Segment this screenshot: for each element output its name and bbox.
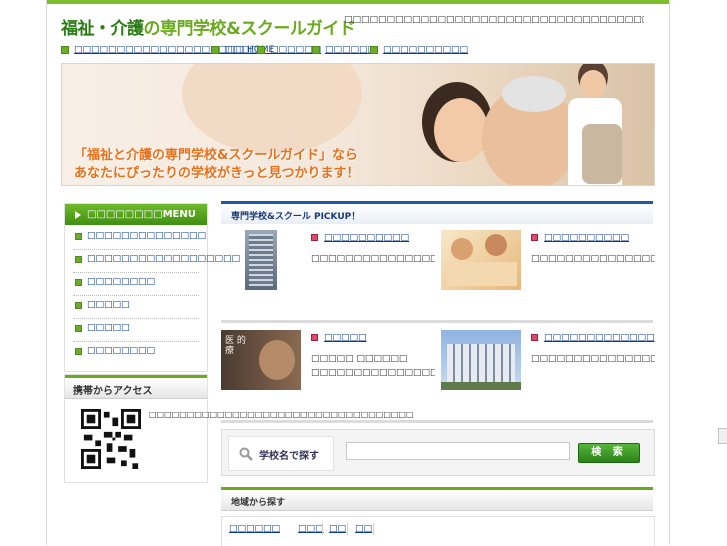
sidebar-menu-header: □□□□□□□□MENU [65, 204, 207, 225]
bullet-icon [370, 45, 378, 54]
divider [221, 320, 653, 323]
bullet-icon [531, 234, 538, 241]
pickup-item-4: □□□□□□□□□□□□□ □□□□□□□□□□□□□□□□□□□□□□□□□□… [441, 330, 655, 422]
bullet-icon [312, 45, 320, 54]
tab-divider [373, 523, 374, 535]
pickup-desc-3: □□□□□ □□□□□□ □□□□□□□□□□□□□□□□□□□... [311, 354, 435, 378]
sidebar-item-5[interactable]: □□□□□ [73, 319, 199, 342]
qr-code-icon[interactable] [81, 409, 141, 469]
search-label: 学校名で探す [259, 451, 319, 462]
bullet-icon [211, 45, 219, 54]
bullet-icon [75, 348, 82, 355]
region-tab-1[interactable]: □□□□□□ [229, 524, 280, 534]
page-scrollbar[interactable] [716, 0, 727, 545]
pickup-item-3: 医 的療 □□□□□ □□□□□ □□□□□□ □□□□□□□□□□□□□□□□… [221, 330, 435, 422]
hand-image [182, 64, 362, 154]
hero-headline-2: あなたにぴったりの学校がきっと見つかります！ [74, 166, 360, 181]
bullet-icon [311, 334, 318, 341]
region-tab-2[interactable]: □□□ [298, 524, 324, 534]
bullet-icon [61, 45, 69, 54]
bullet-icon [75, 256, 82, 263]
sidebar-item-3[interactable]: □□□□□□□□ [73, 273, 199, 296]
top-accent-bar [47, 0, 669, 4]
wheelchair-image [582, 124, 622, 184]
students-photo-image[interactable] [441, 230, 521, 290]
school-building-image[interactable] [221, 230, 301, 290]
bullet-icon [75, 325, 82, 332]
school-search-box: 学校名で探す 検 索 [221, 429, 655, 476]
pickup-title-3[interactable]: □□□□□ [311, 333, 367, 343]
caregiver-face-image [580, 70, 606, 98]
region-tabs: □□□□□□ □□□ □□ □□ [221, 516, 655, 546]
sidebar-item-4[interactable]: □□□□□ [73, 296, 199, 319]
bullet-icon [257, 45, 265, 54]
search-label-panel: 学校名で探す [228, 436, 334, 471]
page-container: 福祉・介護の専門学校&スクールガイド □□□□□□□□□□□□□□□□□□□□□… [46, 0, 670, 546]
mobile-access-box: 携帯からアクセス □□□□□□□□□□□□□□□□□□□□□□□□□□□□□□□… [64, 374, 414, 483]
arrow-right-icon [75, 211, 81, 219]
pickup-item-2: □□□□□□□□□□ □□□□□□□□□□□□□□□□1989□□□□□□... [441, 230, 655, 322]
hero-banner: 「福祉と介護の専門学校&スクールガイド」なら あなたにぴったりの学校がきっと見つ… [61, 63, 655, 186]
sidebar-item-2[interactable]: □□□□□□□□□□□□□□□□□□ [73, 250, 240, 273]
search-icon [239, 447, 253, 461]
gnav-link-2[interactable]: □□□□ [211, 45, 258, 55]
site-tagline: □□□□□□□□□□□□□□□□□□□□□□□□□□□□□□□□□□□□□□ [344, 15, 644, 25]
mobile-access-text: □□□□□□□□□□□□□□□□□□□□□□□□□□□□□□□□□□□ [149, 410, 414, 419]
pickup-desc-2: □□□□□□□□□□□□□□□□1989□□□□□□... [531, 254, 655, 264]
pickup-title-2[interactable]: □□□□□□□□□□ [531, 233, 629, 243]
tab-divider [322, 523, 323, 535]
bullet-icon [531, 334, 538, 341]
site-logo[interactable]: 福祉・介護の専門学校&スクールガイド [61, 14, 356, 39]
sidebar-item-1[interactable]: □□□□□□□□□□□□□□ [73, 227, 206, 250]
mobile-access-header: 携帯からアクセス [65, 375, 207, 399]
bullet-icon [311, 234, 318, 241]
region-tab-4[interactable]: □□ [355, 524, 372, 534]
child-face-image [434, 98, 488, 162]
search-button[interactable]: 検 索 [578, 443, 640, 463]
bullet-icon [75, 302, 82, 309]
logo-part1: 福祉・介護 [61, 19, 144, 39]
gnav-link-4[interactable]: □□□□□□ [312, 45, 376, 55]
gnav-link-5[interactable]: □□□□□□□□□□ [370, 45, 468, 55]
pickup-desc-4: □□□□□□□□□□□□□□□□□□□□□□□□□□□□□□□□□... [531, 354, 655, 364]
sidebar-menu: □□□□□□□□MENU □□□□□□□□□□□□□□ □□□□□□□□□□□□… [64, 203, 240, 372]
grandfather-hair-image [502, 76, 566, 112]
bullet-icon [75, 233, 82, 240]
region-search-header: 地域から探す [221, 487, 653, 511]
logo-part2: の専門学校&スクールガイド [143, 19, 356, 39]
region-tab-3[interactable]: □□ [329, 524, 346, 534]
hero-headline-1: 「福祉と介護の専門学校&スクールガイド」なら [74, 148, 358, 163]
pickup-desc-1: □□□□□□□□□□□□□□□□□□□□□□□□□□□□□□□□□□□□□□□□… [311, 254, 435, 264]
medical-poster-image[interactable]: 医 的療 [221, 330, 301, 390]
pickup-item-1: □□□□□□□□□□ □□□□□□□□□□□□□□□□□□□□□□□□□□□□□… [221, 230, 435, 322]
campus-building-image[interactable] [441, 330, 521, 390]
bullet-icon [75, 279, 82, 286]
pickup-title-1[interactable]: □□□□□□□□□□ [311, 233, 409, 243]
pickup-title-4[interactable]: □□□□□□□□□□□□□ [531, 333, 655, 343]
sidebar-item-6[interactable]: □□□□□□□□ [73, 342, 199, 364]
school-name-search-input[interactable] [346, 442, 570, 460]
scrollbar-thumb[interactable] [718, 428, 727, 444]
divider [221, 420, 653, 423]
tab-divider [347, 523, 348, 535]
pickup-header: 専門学校&スクール PICKUP！ [221, 201, 653, 224]
